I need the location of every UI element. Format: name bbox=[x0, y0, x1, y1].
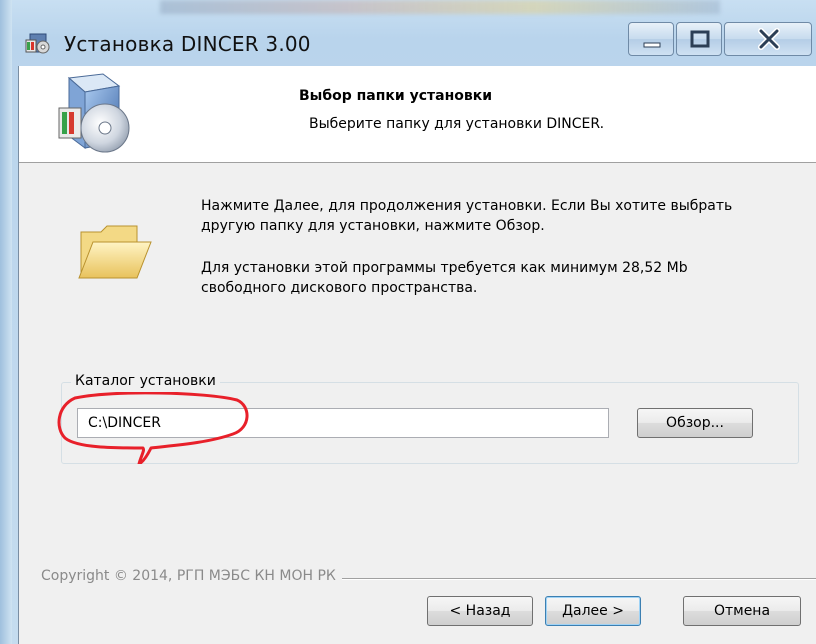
installer-box-icon bbox=[25, 33, 50, 54]
maximize-icon bbox=[690, 30, 710, 48]
install-path-input[interactable] bbox=[77, 408, 609, 438]
background-blur bbox=[160, 0, 720, 14]
close-button[interactable] bbox=[724, 22, 812, 56]
disk-space-text: Для установки этой программы требуется к… bbox=[201, 260, 688, 296]
copyright-text: Copyright © 2014, РГП МЭБС КН МОН РК bbox=[41, 568, 342, 584]
minimize-icon bbox=[643, 42, 661, 48]
close-icon bbox=[758, 28, 780, 50]
maximize-button[interactable] bbox=[676, 22, 722, 56]
back-button[interactable]: < Назад bbox=[427, 596, 533, 626]
minimize-button[interactable] bbox=[628, 22, 674, 56]
header-banner: Выбор папки установки Выберите папку для… bbox=[19, 66, 816, 163]
folder-icon bbox=[78, 225, 152, 279]
window-title: Установка DINCER 3.00 bbox=[64, 32, 311, 56]
step-title: Выбор папки установки bbox=[299, 88, 493, 104]
step-subtitle: Выберите папку для установки DINCER. bbox=[309, 116, 605, 132]
next-button[interactable]: Далее > bbox=[545, 596, 641, 626]
browse-button[interactable]: Обзор... bbox=[637, 408, 753, 438]
installer-cd-icon bbox=[58, 73, 130, 153]
install-dir-label: Каталог установки bbox=[71, 373, 220, 389]
instruction-text: Нажмите Далее, для продолжения установки… bbox=[201, 198, 733, 234]
window-frame-edge bbox=[0, 0, 12, 644]
title-bar[interactable]: Установка DINCER 3.00 bbox=[12, 14, 816, 66]
installer-dialog: Выбор папки установки Выберите папку для… bbox=[18, 66, 816, 644]
cancel-button[interactable]: Отмена bbox=[683, 596, 801, 626]
